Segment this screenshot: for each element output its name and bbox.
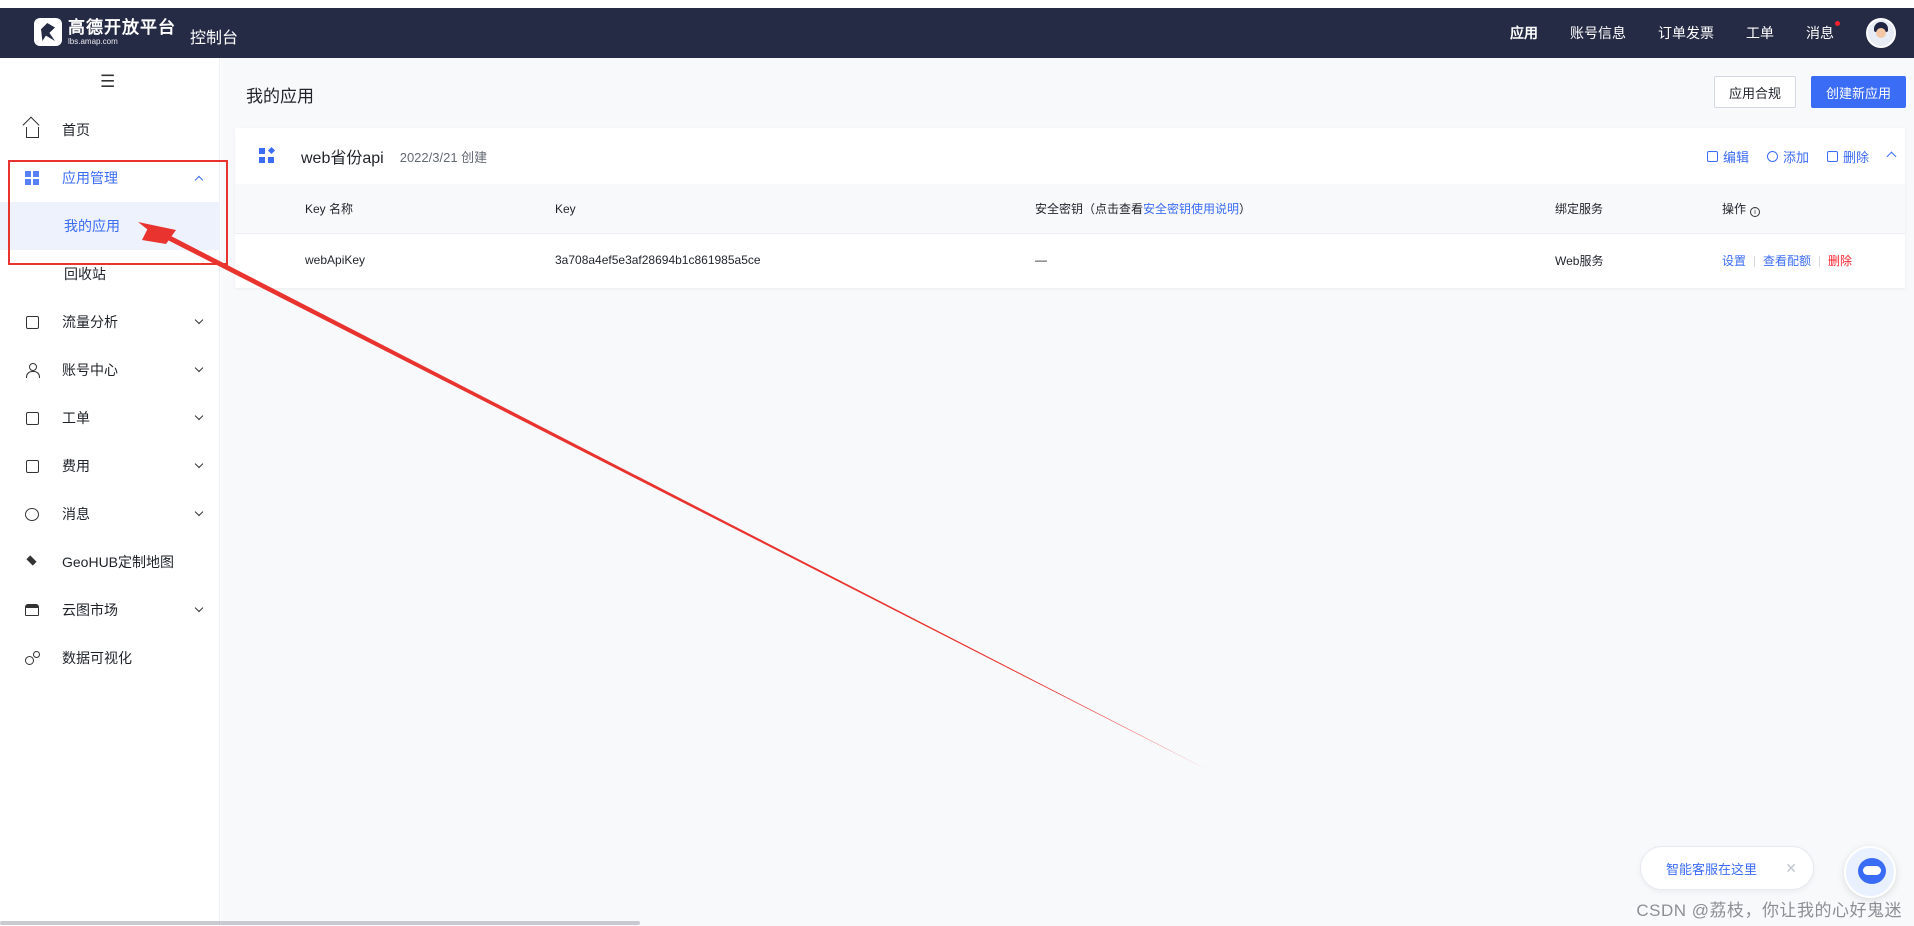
trash-icon <box>1826 150 1838 162</box>
key-name-cell: webApiKey <box>305 253 366 267</box>
app-compliance-button[interactable]: 应用合规 <box>1713 76 1796 108</box>
col-bound-service: 绑定服务 <box>1555 202 1604 216</box>
table-header: Key 名称 Key 安全密钥（点击查看安全密钥使用说明） 绑定服务 操作 i <box>235 184 1905 234</box>
col-secret: 安全密钥（点击查看安全密钥使用说明） <box>1035 202 1252 216</box>
sidebar-item-label: 工单 <box>62 410 90 426</box>
sidebar-item-label: GeoHUB定制地图 <box>62 554 175 570</box>
chevron-down-icon <box>194 363 204 373</box>
secret-usage-link[interactable]: 安全密钥使用说明 <box>1143 202 1239 216</box>
chevron-up-icon[interactable] <box>1886 151 1897 161</box>
close-icon[interactable]: ✕ <box>1785 860 1797 877</box>
home-icon <box>24 122 40 138</box>
app-card-header: web省份api 2022/3/21 创建 编辑 添加 删除 <box>235 128 1905 184</box>
logo-url: lbs.amap.com <box>68 36 118 46</box>
store-icon <box>24 602 40 618</box>
support-bot-avatar[interactable] <box>1844 846 1896 898</box>
smart-support-label: 智能客服在这里 <box>1666 861 1758 877</box>
sidebar-item-tickets[interactable]: 工单 <box>0 394 220 442</box>
top-bar: 高德开放平台 lbs.amap.com 控制台 应用 账号信息 订单发票 工单 … <box>0 8 1914 58</box>
sidebar-item-geohub[interactable]: GeoHUB定制地图 <box>0 538 220 586</box>
delete-app-button[interactable]: 删除 <box>1826 147 1869 166</box>
key-table: Key 名称 Key 安全密钥（点击查看安全密钥使用说明） 绑定服务 操作 i w… <box>235 184 1905 286</box>
sidebar-item-label: 消息 <box>62 506 90 522</box>
app-grid-icon <box>259 148 275 164</box>
create-app-button[interactable]: 创建新应用 <box>1810 76 1906 108</box>
sidebar-item-traffic-analysis[interactable]: 流量分析 <box>0 298 220 346</box>
csdn-watermark: CSDN @荔枝，你让我的心好鬼迷 <box>1636 901 1902 920</box>
menu-collapse-icon[interactable]: ☰ <box>100 72 115 92</box>
annotation-highlight-box <box>8 160 228 265</box>
nav-tickets[interactable]: 工单 <box>1746 23 1774 43</box>
key-value-cell: 3a708a4ef5e3af28694b1c861985a5ce <box>555 253 761 267</box>
ticket-icon <box>24 410 40 426</box>
chart-icon <box>24 314 40 330</box>
sidebar-item-data-visualization[interactable]: 数据可视化 <box>0 634 220 682</box>
col-key-name: Key 名称 <box>305 202 354 216</box>
col-key: Key <box>555 201 576 216</box>
top-nav: 应用 账号信息 订单发票 工单 消息 <box>1510 8 1914 58</box>
sidebar-item-label: 数据可视化 <box>62 650 132 666</box>
chevron-down-icon <box>194 507 204 517</box>
logo-title: 高德开放平台 <box>68 17 176 37</box>
amap-logo[interactable]: 高德开放平台 lbs.amap.com <box>34 18 176 46</box>
horizontal-scrollbar[interactable] <box>0 921 640 925</box>
edit-app-button[interactable]: 编辑 <box>1706 147 1749 166</box>
sidebar-item-fees[interactable]: 费用 <box>0 442 220 490</box>
sidebar-item-label: 费用 <box>62 458 90 474</box>
user-icon <box>24 362 40 378</box>
main-content: 我的应用 应用合规 创建新应用 web省份api 2022/3/21 创建 编辑… <box>221 58 1914 926</box>
operations-cell: 设置 查看配额 删除 <box>1722 252 1852 269</box>
page-title: 我的应用 <box>246 87 314 106</box>
chevron-down-icon <box>194 315 204 325</box>
console-title[interactable]: 控制台 <box>190 24 238 48</box>
nav-apps[interactable]: 应用 <box>1510 23 1538 43</box>
add-key-button[interactable]: 添加 <box>1766 147 1809 166</box>
chevron-down-icon <box>194 459 204 469</box>
settings-link[interactable]: 设置 <box>1722 254 1746 268</box>
chevron-down-icon <box>194 603 204 613</box>
sidebar-item-label: 云图市场 <box>62 602 118 618</box>
nav-account-info[interactable]: 账号信息 <box>1570 23 1626 43</box>
app-actions: 编辑 添加 删除 <box>1689 128 1869 184</box>
sidebar-item-label: 首页 <box>62 122 90 138</box>
plus-circle-icon <box>1766 150 1778 162</box>
info-icon[interactable]: i <box>1750 207 1761 217</box>
sidebar-item-label: 账号中心 <box>62 362 118 378</box>
delete-key-link[interactable]: 删除 <box>1828 254 1852 268</box>
secret-cell: — <box>1035 253 1047 267</box>
service-cell: Web服务 <box>1555 253 1604 268</box>
app-card: web省份api 2022/3/21 创建 编辑 添加 删除 Key 名称 Ke… <box>235 128 1905 288</box>
edit-icon <box>1706 150 1718 162</box>
chevron-down-icon <box>194 411 204 421</box>
message-icon <box>24 506 40 522</box>
amap-logo-icon <box>34 18 62 46</box>
nav-messages[interactable]: 消息 <box>1806 21 1840 43</box>
app-name: web省份api <box>301 150 384 167</box>
app-created-date: 2022/3/21 创建 <box>399 149 488 165</box>
sidebar-item-home[interactable]: 首页 <box>0 106 220 154</box>
sidebar-item-account-center[interactable]: 账号中心 <box>0 346 220 394</box>
sidebar-item-cloud-map-market[interactable]: 云图市场 <box>0 586 220 634</box>
table-row: webApiKey 3a708a4ef5e3af28694b1c861985a5… <box>235 234 1905 286</box>
nav-orders-invoices[interactable]: 订单发票 <box>1658 23 1714 43</box>
smart-support-pill[interactable]: 智能客服在这里 ✕ <box>1640 846 1814 890</box>
col-operations: 操作 i <box>1722 200 1761 217</box>
layers-icon <box>24 554 40 570</box>
yen-icon <box>24 458 40 474</box>
user-avatar[interactable] <box>1866 18 1896 48</box>
sidebar-item-label: 流量分析 <box>62 314 118 330</box>
view-quota-link[interactable]: 查看配额 <box>1763 254 1811 268</box>
sidebar-item-messages[interactable]: 消息 <box>0 490 220 538</box>
visualization-icon <box>24 650 40 666</box>
